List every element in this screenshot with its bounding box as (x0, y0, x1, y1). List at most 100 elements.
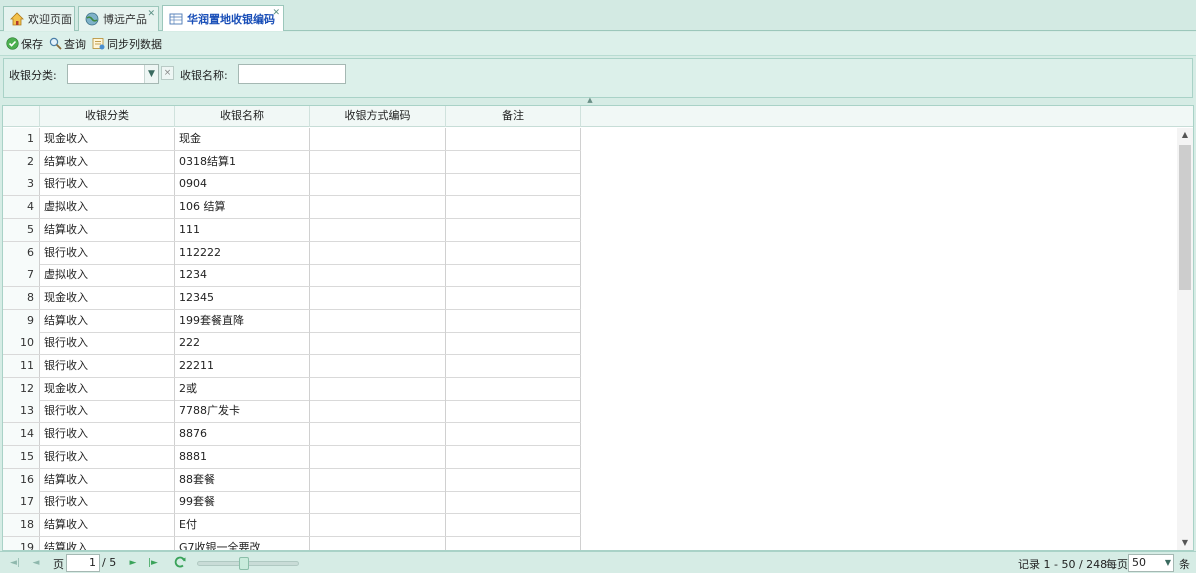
cell-name: 111 (175, 218, 310, 241)
table-row[interactable]: 13 银行收入 7788广发卡 (3, 400, 581, 424)
category-value (68, 67, 71, 80)
table-row[interactable]: 16 结算收入 88套餐 (3, 468, 581, 492)
row-number: 2 (3, 150, 40, 173)
last-page-icon[interactable]: |► (147, 557, 159, 569)
table-row[interactable]: 11 银行收入 22211 (3, 355, 581, 378)
table-row[interactable]: 8 现金收入 12345 (3, 286, 581, 310)
column-header-method-code[interactable]: 收银方式编码 (310, 106, 446, 127)
table-row[interactable]: 18 结算收入 E付 (3, 513, 581, 537)
clear-icon[interactable]: × (161, 66, 174, 80)
row-number: 9 (3, 309, 40, 332)
table-icon (169, 12, 183, 26)
first-page-icon[interactable]: ◄| (9, 557, 21, 569)
column-header-name[interactable]: 收银名称 (175, 106, 310, 127)
cell-remark (446, 332, 581, 355)
globe-icon (85, 12, 99, 26)
scroll-down-icon[interactable]: ▼ (1177, 536, 1193, 550)
row-number: 5 (3, 218, 40, 241)
cell-remark (446, 128, 581, 150)
cell-remark (446, 513, 581, 536)
collapse-panel-icon[interactable]: ▲ (583, 97, 597, 104)
cell-method-code (310, 491, 446, 514)
cell-category: 结算收入 (40, 536, 175, 550)
cell-name: 7788广发卡 (175, 400, 310, 423)
cell-remark (446, 173, 581, 196)
per-page-value: 50 (1132, 556, 1146, 569)
row-number: 18 (3, 513, 40, 536)
next-page-icon[interactable]: ► (127, 557, 139, 569)
query-button[interactable]: 查询 (49, 36, 86, 52)
chevron-down-icon[interactable]: ▼ (1165, 555, 1171, 571)
data-grid: 收银分类 收银名称 收银方式编码 备注 1 现金收入 现金 2 结算收入 0318结算1 3… (2, 105, 1194, 551)
cell-remark (446, 196, 581, 219)
row-number: 12 (3, 377, 40, 400)
cashier-name-input[interactable] (238, 64, 346, 84)
sync-columns-button[interactable]: 同步列数据 (92, 36, 162, 52)
cell-name: 1234 (175, 264, 310, 287)
page-number-input[interactable]: 1 (66, 554, 100, 572)
cell-name: 现金 (175, 128, 310, 150)
grid-header: 收银分类 收银名称 收银方式编码 备注 (3, 106, 1193, 127)
chevron-down-icon[interactable]: ▼ (144, 65, 158, 83)
per-page-select[interactable]: 50 ▼ (1128, 554, 1174, 572)
table-row[interactable]: 5 结算收入 111 (3, 218, 581, 242)
tab-cashier-codes[interactable]: 华润置地收银编码 ✕ (162, 5, 284, 31)
row-number: 10 (3, 332, 40, 355)
cell-category: 银行收入 (40, 241, 175, 264)
cell-name: 88套餐 (175, 468, 310, 491)
table-row[interactable]: 9 结算收入 199套餐直降 (3, 309, 581, 333)
table-row[interactable]: 15 银行收入 8881 (3, 445, 581, 469)
vertical-scrollbar[interactable]: ▲ ▼ (1177, 128, 1193, 550)
table-row[interactable]: 17 银行收入 99套餐 (3, 491, 581, 515)
column-header-remark[interactable]: 备注 (446, 106, 581, 127)
name-value (239, 67, 242, 80)
table-row[interactable]: 14 银行收入 8876 (3, 423, 581, 447)
row-number: 1 (3, 128, 40, 150)
cell-method-code (310, 309, 446, 332)
table-row[interactable]: 2 结算收入 0318结算1 (3, 150, 581, 174)
tab-welcome[interactable]: 欢迎页面 (3, 6, 75, 31)
row-number: 13 (3, 400, 40, 423)
cell-category: 虚拟收入 (40, 196, 175, 219)
table-row[interactable]: 19 结算收入 G7收银一全要改 (3, 536, 581, 550)
zoom-slider-handle[interactable] (239, 557, 249, 570)
cell-remark (446, 491, 581, 514)
prev-page-icon[interactable]: ◄ (30, 557, 42, 569)
cell-name: E付 (175, 513, 310, 536)
save-button[interactable]: 保存 (6, 36, 43, 52)
cell-category: 银行收入 (40, 445, 175, 468)
table-row[interactable]: 12 现金收入 2或 (3, 377, 581, 401)
table-row[interactable]: 10 银行收入 222 (3, 332, 581, 356)
table-row[interactable]: 4 虚拟收入 106 结算 (3, 196, 581, 220)
unit-label: 条 (1179, 558, 1190, 571)
scrollbar-thumb[interactable] (1179, 145, 1191, 290)
close-icon[interactable]: ✕ (147, 9, 155, 19)
cell-category: 银行收入 (40, 423, 175, 446)
table-row[interactable]: 7 虚拟收入 1234 (3, 264, 581, 288)
tab-bar: 欢迎页面 博远产品 ✕ 华润置地收银编码 ✕ (0, 0, 1196, 31)
cell-name: 199套餐直降 (175, 309, 310, 332)
cell-category: 结算收入 (40, 218, 175, 241)
row-number: 14 (3, 423, 40, 446)
row-number: 16 (3, 468, 40, 491)
row-number: 17 (3, 491, 40, 514)
toolbar: 保存 查询 同步列数据 (0, 32, 1196, 56)
category-select[interactable]: ▼ (67, 64, 159, 84)
name-label: 收银名称: (180, 69, 228, 82)
cell-remark (446, 445, 581, 468)
refresh-icon[interactable] (173, 555, 187, 569)
tab-products[interactable]: 博远产品 ✕ (78, 6, 159, 31)
table-row[interactable]: 1 现金收入 现金 (3, 128, 581, 151)
cell-remark (446, 309, 581, 332)
cell-name: 0904 (175, 173, 310, 196)
table-row[interactable]: 6 银行收入 112222 (3, 241, 581, 265)
scroll-up-icon[interactable]: ▲ (1177, 128, 1193, 142)
table-row[interactable]: 3 银行收入 0904 (3, 173, 581, 197)
row-number: 6 (3, 241, 40, 264)
sync-data-icon (92, 37, 105, 50)
close-icon[interactable]: ✕ (272, 8, 280, 18)
cell-method-code (310, 332, 446, 355)
zoom-slider[interactable] (197, 557, 299, 570)
row-number: 19 (3, 536, 40, 550)
column-header-category[interactable]: 收银分类 (40, 106, 175, 127)
